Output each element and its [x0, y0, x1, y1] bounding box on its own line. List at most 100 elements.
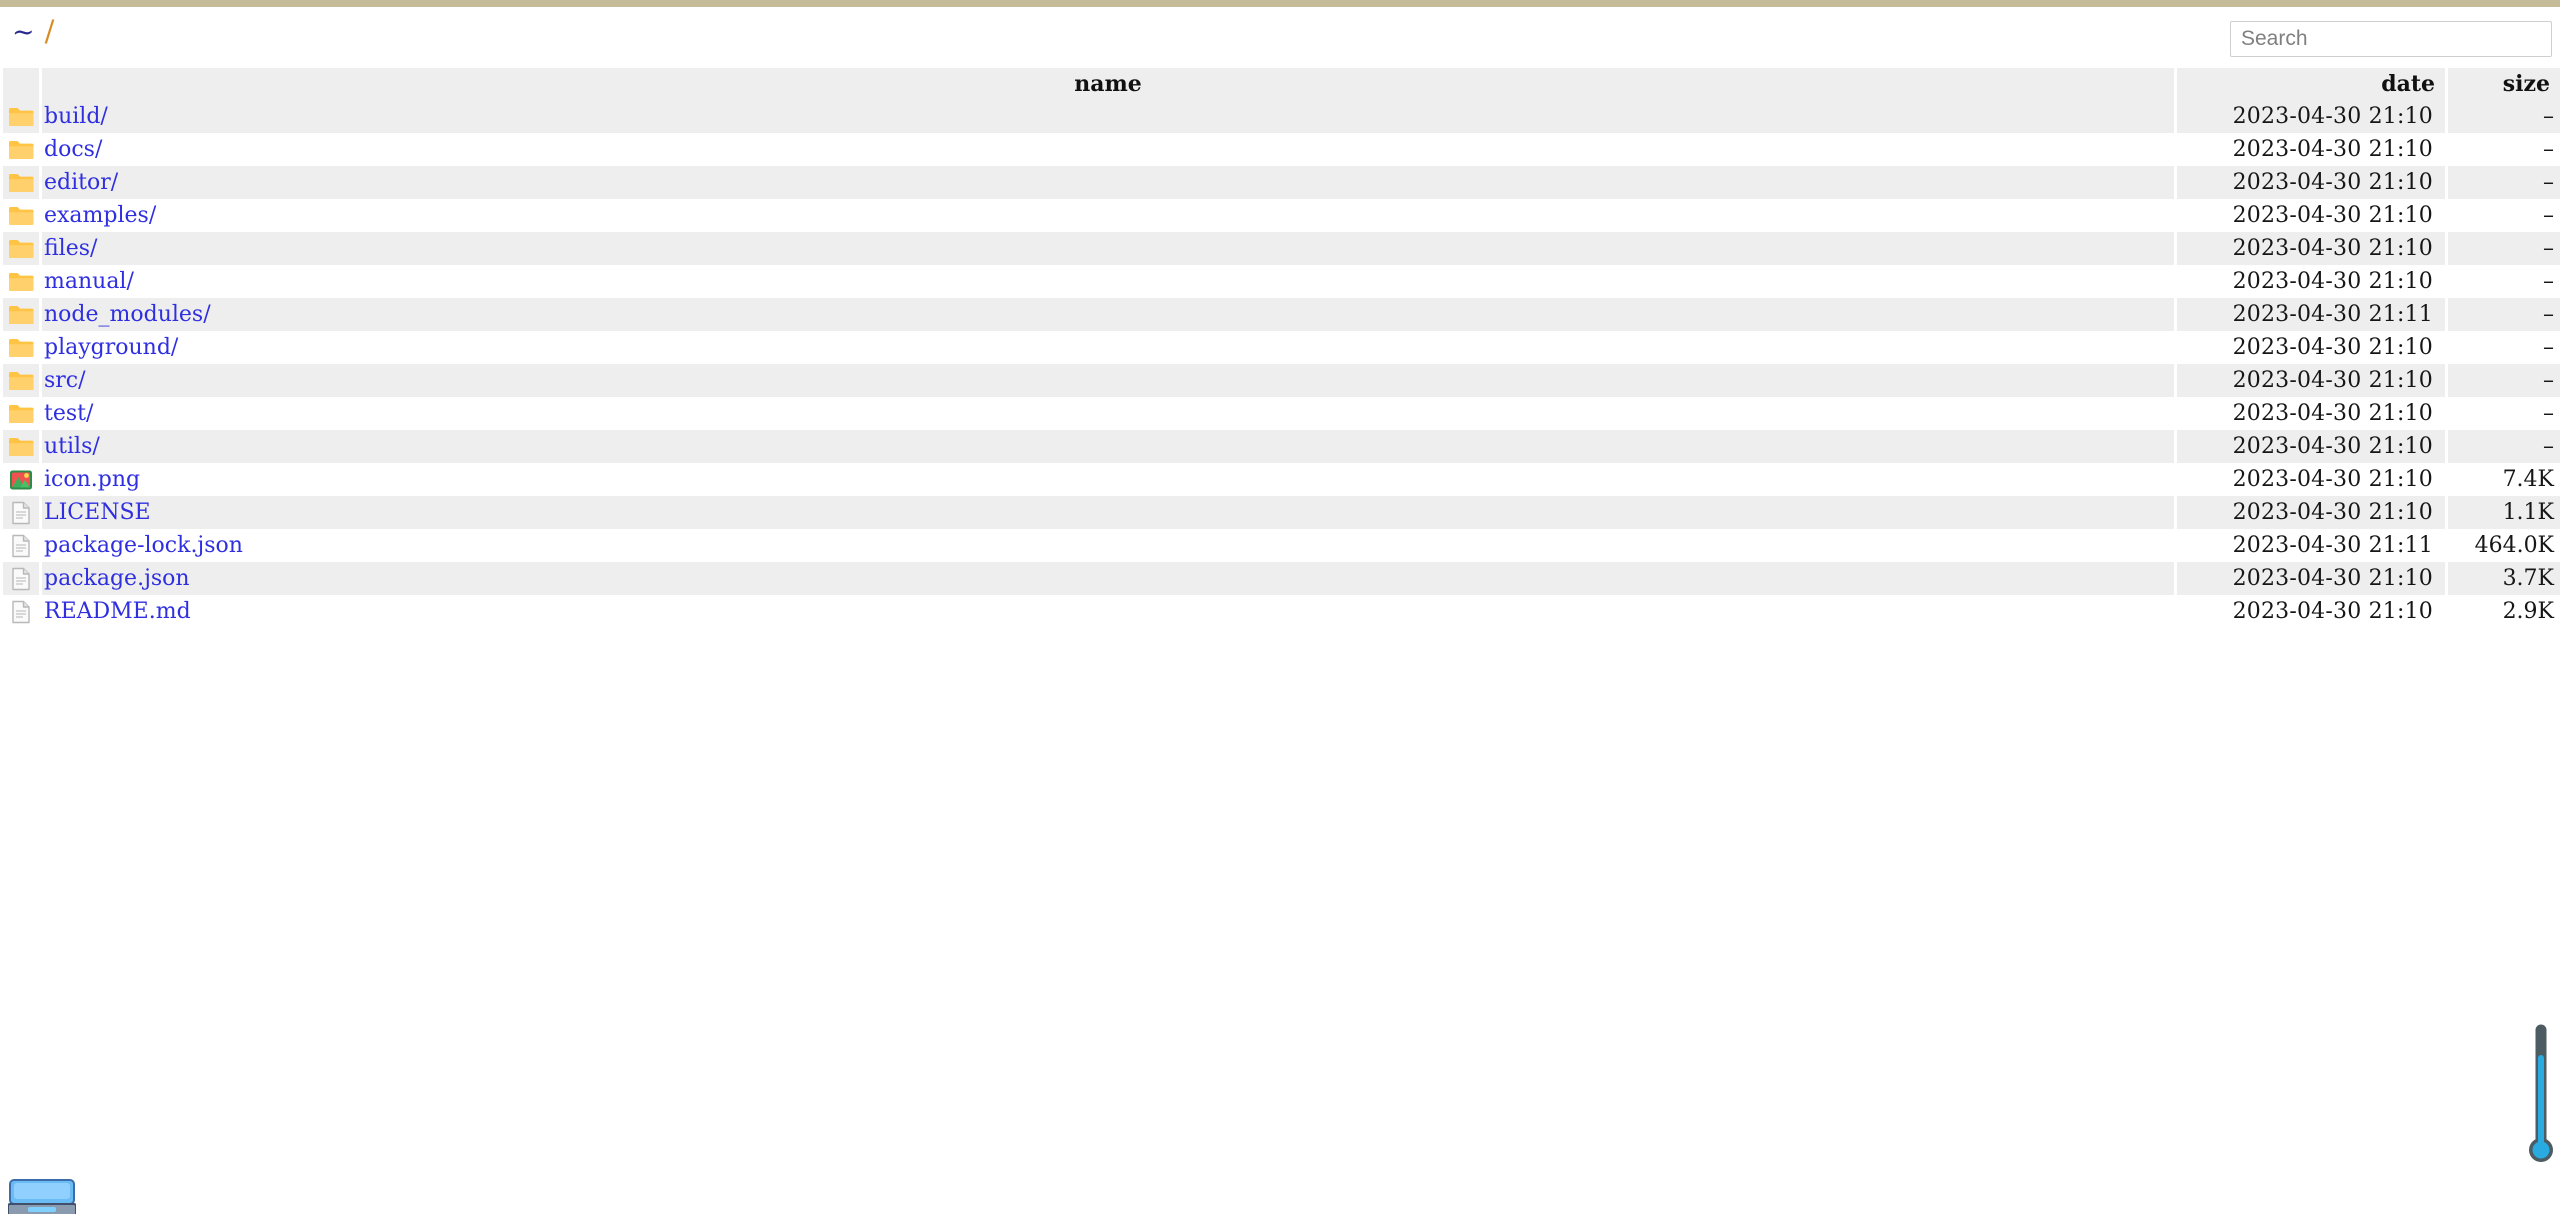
table-row[interactable]: build/2023-04-30 21:10– [3, 100, 2560, 133]
row-icon-cell [3, 298, 39, 331]
row-name-cell: icon.png [42, 463, 2174, 496]
file-link[interactable]: docs/ [44, 137, 102, 162]
table-row[interactable]: files/2023-04-30 21:10– [3, 232, 2560, 265]
image-file-icon [9, 469, 33, 491]
file-link[interactable]: playground/ [44, 335, 178, 360]
page-header: ~ / [0, 7, 2560, 69]
table-row[interactable]: src/2023-04-30 21:10– [3, 364, 2560, 397]
table-header: name date size [3, 68, 2560, 100]
row-size-cell: – [2448, 133, 2560, 166]
column-header-date[interactable]: date [2177, 68, 2445, 100]
breadcrumb: ~ / [12, 15, 54, 49]
table-row[interactable]: node_modules/2023-04-30 21:11– [3, 298, 2560, 331]
file-link[interactable]: editor/ [44, 170, 118, 195]
row-icon-cell [3, 199, 39, 232]
table-header-row: name date size [3, 68, 2560, 100]
column-header-icon[interactable] [3, 68, 39, 100]
folder-icon [8, 172, 34, 194]
table-row[interactable]: icon.png 2023-04-30 21:10 7.4K [3, 463, 2560, 496]
row-date-cell: 2023-04-30 21:10 [2177, 232, 2445, 265]
row-size-cell: – [2448, 232, 2560, 265]
row-size-cell: 7.4K [2448, 463, 2560, 496]
file-list-container: name date size build/2023-04-30 21:10– do… [0, 68, 2560, 628]
table-row[interactable]: utils/2023-04-30 21:10– [3, 430, 2560, 463]
device-icon[interactable] [7, 1178, 77, 1214]
breadcrumb-separator[interactable]: / [45, 14, 55, 48]
row-size-cell: – [2448, 397, 2560, 430]
breadcrumb-home-link[interactable]: ~ [12, 17, 35, 48]
row-date-cell: 2023-04-30 21:10 [2177, 133, 2445, 166]
table-row[interactable]: manual/2023-04-30 21:10– [3, 265, 2560, 298]
row-icon-cell [3, 430, 39, 463]
row-icon-cell [3, 496, 39, 529]
file-link[interactable]: package-lock.json [44, 533, 243, 558]
file-link[interactable]: node_modules/ [44, 302, 211, 327]
folder-icon [8, 304, 34, 326]
document-file-icon [10, 534, 32, 558]
file-link[interactable]: utils/ [44, 434, 100, 459]
folder-icon [8, 139, 34, 161]
row-name-cell: LICENSE [42, 496, 2174, 529]
row-size-cell: 1.1K [2448, 496, 2560, 529]
table-row[interactable]: editor/2023-04-30 21:10– [3, 166, 2560, 199]
row-name-cell: build/ [42, 100, 2174, 133]
row-icon-cell [3, 397, 39, 430]
file-link[interactable]: examples/ [44, 203, 156, 228]
search-input[interactable] [2230, 21, 2552, 57]
folder-icon [8, 436, 34, 458]
row-size-cell: 3.7K [2448, 562, 2560, 595]
row-icon-cell [3, 562, 39, 595]
file-link[interactable]: README.md [44, 599, 191, 624]
table-row[interactable]: playground/2023-04-30 21:10– [3, 331, 2560, 364]
file-link[interactable]: test/ [44, 401, 93, 426]
folder-icon [8, 403, 34, 425]
top-accent-bar [0, 0, 2560, 7]
column-header-name[interactable]: name [42, 68, 2174, 100]
row-name-cell: src/ [42, 364, 2174, 397]
table-row[interactable]: README.md 2023-04-30 21:10 2.9K [3, 595, 2560, 628]
file-link[interactable]: manual/ [44, 269, 134, 294]
table-row[interactable]: examples/2023-04-30 21:10– [3, 199, 2560, 232]
file-link[interactable]: build/ [44, 104, 108, 129]
row-date-cell: 2023-04-30 21:10 [2177, 496, 2445, 529]
file-link[interactable]: LICENSE [44, 500, 151, 525]
file-browser-page: ~/ name date size build/2023-04-30 21:10… [0, 0, 2560, 1214]
row-icon-cell [3, 232, 39, 265]
row-date-cell: 2023-04-30 21:10 [2177, 166, 2445, 199]
row-date-cell: 2023-04-30 21:10 [2177, 199, 2445, 232]
table-row[interactable]: package.json 2023-04-30 21:10 3.7K [3, 562, 2560, 595]
row-date-cell: 2023-04-30 21:10 [2177, 463, 2445, 496]
row-icon-cell [3, 133, 39, 166]
row-icon-cell [3, 100, 39, 133]
folder-icon [8, 106, 34, 128]
folder-icon [8, 205, 34, 227]
row-name-cell: package.json [42, 562, 2174, 595]
table-body: build/2023-04-30 21:10– docs/2023-04-30 2… [3, 100, 2560, 628]
row-name-cell: README.md [42, 595, 2174, 628]
row-size-cell: – [2448, 298, 2560, 331]
row-name-cell: files/ [42, 232, 2174, 265]
table-row[interactable]: LICENSE 2023-04-30 21:10 1.1K [3, 496, 2560, 529]
document-file-icon [10, 567, 32, 591]
row-size-cell: 2.9K [2448, 595, 2560, 628]
row-icon-cell [3, 265, 39, 298]
row-date-cell: 2023-04-30 21:10 [2177, 562, 2445, 595]
row-date-cell: 2023-04-30 21:11 [2177, 529, 2445, 562]
row-name-cell: playground/ [42, 331, 2174, 364]
file-link[interactable]: package.json [44, 566, 190, 591]
row-size-cell: – [2448, 331, 2560, 364]
row-name-cell: manual/ [42, 265, 2174, 298]
row-name-cell: package-lock.json [42, 529, 2174, 562]
table-row[interactable]: package-lock.json 2023-04-30 21:11 464.0K [3, 529, 2560, 562]
table-row[interactable]: docs/2023-04-30 21:10– [3, 133, 2560, 166]
row-name-cell: test/ [42, 397, 2174, 430]
file-link[interactable]: src/ [44, 368, 86, 393]
column-header-size[interactable]: size [2448, 68, 2560, 100]
file-link[interactable]: icon.png [44, 467, 140, 492]
document-file-icon [10, 501, 32, 525]
row-name-cell: editor/ [42, 166, 2174, 199]
file-link[interactable]: files/ [44, 236, 97, 261]
thermometer-icon[interactable] [2528, 1024, 2554, 1174]
table-row[interactable]: test/2023-04-30 21:10– [3, 397, 2560, 430]
document-file-icon [10, 600, 32, 624]
